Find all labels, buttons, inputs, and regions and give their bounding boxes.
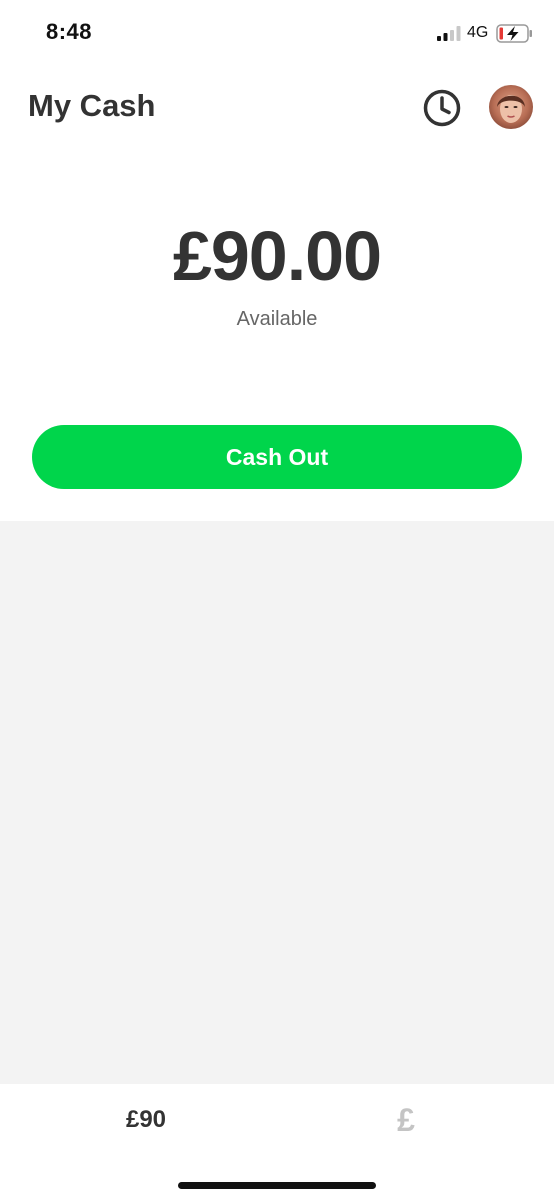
home-indicator[interactable] <box>178 1182 376 1189</box>
cash-screen: 8:48 4G My Cash £90.00 Available Cash Ou… <box>0 0 554 1200</box>
tab-pay-pound-icon[interactable]: £ <box>376 1098 436 1142</box>
profile-avatar[interactable] <box>489 85 533 129</box>
bottom-tab-bar: £90 £ <box>0 1084 554 1200</box>
tab-balance[interactable]: £90 <box>96 1098 196 1142</box>
cash-out-button[interactable]: Cash Out <box>32 425 522 489</box>
network-type-label: 4G <box>467 24 489 41</box>
page-title: My Cash <box>28 88 156 123</box>
avatar-photo <box>489 85 533 129</box>
balance-amount: £90.00 <box>172 217 382 295</box>
status-time: 8:48 <box>46 19 93 44</box>
balance-caption: Available <box>236 308 318 330</box>
status-bar: 8:48 4G <box>0 0 554 66</box>
cellular-signal-icon <box>437 26 461 41</box>
activity-content-area <box>0 521 554 1084</box>
clock-icon <box>423 89 461 127</box>
battery-charging-icon <box>496 24 532 43</box>
activity-history-button[interactable] <box>420 86 464 130</box>
